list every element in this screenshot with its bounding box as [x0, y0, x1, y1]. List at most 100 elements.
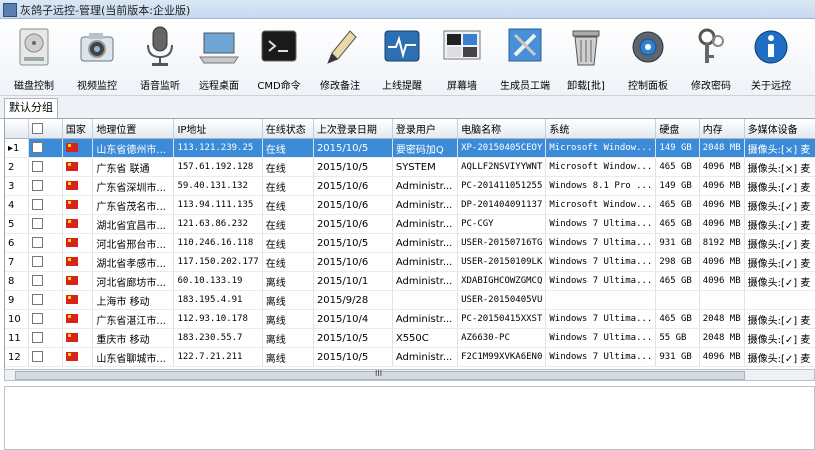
- country-cell: [62, 328, 94, 348]
- generate-client-button[interactable]: 生成员工端: [494, 21, 556, 93]
- location-cell: 广东省深圳市...: [92, 176, 175, 196]
- location-cell: 山东省聊城市...: [92, 347, 175, 367]
- remote-desktop-button[interactable]: 远程桌面: [190, 21, 248, 93]
- column-header[interactable]: 多媒体设备: [744, 119, 815, 139]
- select-all-header[interactable]: [28, 119, 63, 139]
- row-select-cell[interactable]: [28, 347, 63, 367]
- china-flag-icon: [65, 276, 78, 285]
- uninstall-batch-button[interactable]: 卸载[批]: [558, 21, 614, 93]
- os-cell: Windows 7 Ultima...: [545, 271, 657, 291]
- table-row[interactable]: 5 湖北省宜昌市... 121.63.86.232 在线 2015/10/6 A…: [5, 214, 815, 234]
- about-button[interactable]: 关于远控: [742, 21, 800, 93]
- screen-wall-button[interactable]: 屏幕墙: [434, 21, 490, 93]
- disk-cell: 55 GB: [655, 328, 700, 348]
- row-checkbox[interactable]: [32, 161, 44, 173]
- status-cell: 在线: [262, 195, 314, 215]
- row-checkbox[interactable]: [32, 275, 44, 287]
- ip-cell: 113.94.111.135: [173, 195, 263, 215]
- user-cell: Administr...: [392, 347, 459, 367]
- video-monitor-button[interactable]: 视频监控: [66, 21, 128, 93]
- row-checkbox[interactable]: [32, 313, 44, 325]
- edit-note-button[interactable]: 修改备注: [310, 21, 370, 93]
- column-header[interactable]: 地理位置: [92, 119, 175, 139]
- china-flag-icon: [65, 181, 78, 190]
- change-password-button[interactable]: 修改密码: [682, 21, 740, 93]
- host-table: 国家 地理位置 IP地址 在线状态 上次登录日期 登录用户 电脑名称 系统 硬盘…: [4, 118, 815, 372]
- table-row[interactable]: 8 河北省廊坊市... 60.10.133.19 离线 2015/10/1 Ad…: [5, 271, 815, 291]
- china-flag-icon: [65, 352, 78, 361]
- table-row[interactable]: 4 广东省茂名市... 113.94.111.135 在线 2015/10/6 …: [5, 195, 815, 215]
- select-all-checkbox[interactable]: [32, 122, 44, 134]
- cmd-command-button[interactable]: CMD命令: [250, 21, 308, 93]
- row-select-cell[interactable]: [28, 290, 63, 310]
- ip-cell: 112.93.10.178: [173, 309, 263, 329]
- window-title: 灰鸽子远控-管理(当前版本:企业版): [20, 4, 191, 17]
- status-cell: 离线: [262, 309, 314, 329]
- row-checkbox[interactable]: [32, 256, 44, 268]
- column-header[interactable]: 系统: [545, 119, 657, 139]
- table-row[interactable]: 11 重庆市 移动 183.230.55.7 离线 2015/10/5 X550…: [5, 328, 815, 348]
- column-header[interactable]: 上次登录日期: [313, 119, 393, 139]
- row-checkbox[interactable]: [32, 218, 44, 230]
- trash-icon: [572, 30, 600, 66]
- location-cell: 广东省湛江市...: [92, 309, 175, 329]
- row-select-cell[interactable]: [28, 157, 63, 177]
- audio-listen-button[interactable]: 语音监听: [130, 21, 190, 93]
- row-select-cell[interactable]: [28, 328, 63, 348]
- media-cell: 摄像头:[✓] 麦: [744, 347, 815, 367]
- row-checkbox[interactable]: [32, 142, 44, 154]
- horizontal-scrollbar[interactable]: III: [4, 369, 815, 381]
- status-cell: 在线: [262, 233, 314, 253]
- row-checkbox[interactable]: [32, 332, 44, 344]
- table-row[interactable]: 9 上海市 移动 183.195.4.91 离线 2015/9/28 USER-…: [5, 290, 815, 310]
- table-row[interactable]: 10 广东省湛江市... 112.93.10.178 离线 2015/10/4 …: [5, 309, 815, 329]
- row-select-cell[interactable]: [28, 309, 63, 329]
- row-select-cell[interactable]: [28, 252, 63, 272]
- control-panel-button[interactable]: 控制面板: [616, 21, 680, 93]
- column-header[interactable]: 国家: [62, 119, 94, 139]
- row-select-cell[interactable]: [28, 176, 63, 196]
- os-cell: Microsoft Window...: [545, 138, 657, 158]
- table-row[interactable]: 3 广东省深圳市... 59.40.131.132 在线 2015/10/6 A…: [5, 176, 815, 196]
- row-select-cell[interactable]: [28, 233, 63, 253]
- disk-control-button[interactable]: 磁盘控制: [4, 21, 64, 93]
- column-header[interactable]: 内存: [699, 119, 745, 139]
- user-cell: 要密码加Q: [392, 138, 459, 158]
- column-header[interactable]: 电脑名称: [457, 119, 547, 139]
- column-header[interactable]: 硬盘: [655, 119, 700, 139]
- pc-name-cell: XP-20150405CEOY: [457, 138, 547, 158]
- media-cell: 摄像头:[✓] 麦: [744, 252, 815, 272]
- row-checkbox[interactable]: [32, 180, 44, 192]
- table-row[interactable]: 6 河北省邢台市... 110.246.16.118 在线 2015/10/5 …: [5, 233, 815, 253]
- ip-cell: 122.7.21.211: [173, 347, 263, 367]
- column-header[interactable]: 在线状态: [262, 119, 314, 139]
- tab-default-group[interactable]: 默认分组: [4, 98, 58, 118]
- row-checkbox[interactable]: [32, 199, 44, 211]
- table-row[interactable]: 7 湖北省孝感市... 117.150.202.177 在线 2015/10/6…: [5, 252, 815, 272]
- row-checkbox[interactable]: [32, 351, 44, 363]
- row-number: 5: [5, 214, 30, 234]
- pc-name-cell: PC-CGY: [457, 214, 547, 234]
- row-select-cell[interactable]: [28, 195, 63, 215]
- memory-cell: [699, 290, 745, 310]
- table-row[interactable]: ▸1 山东省德州市... 113.121.239.25 在线 2015/10/5…: [5, 138, 815, 158]
- online-alert-button[interactable]: 上线提醒: [372, 21, 432, 93]
- media-cell: 摄像头:[×] 麦: [744, 157, 815, 177]
- laptop-icon: [199, 32, 239, 64]
- row-checkbox[interactable]: [32, 294, 44, 306]
- column-header[interactable]: 登录用户: [392, 119, 459, 139]
- keys-icon: [698, 28, 724, 63]
- row-select-cell[interactable]: [28, 271, 63, 291]
- table-row[interactable]: 12 山东省聊城市... 122.7.21.211 离线 2015/10/5 A…: [5, 347, 815, 367]
- table-row[interactable]: 2 广东省 联通 157.61.192.128 在线 2015/10/5 SYS…: [5, 157, 815, 177]
- row-checkbox[interactable]: [32, 237, 44, 249]
- pc-name-cell: USER-20150109LK: [457, 252, 547, 272]
- row-select-cell[interactable]: [28, 214, 63, 234]
- column-header[interactable]: IP地址: [173, 119, 263, 139]
- row-select-cell[interactable]: [28, 138, 63, 158]
- cmd-command-label: CMD命令: [257, 81, 301, 92]
- user-cell: [392, 290, 459, 310]
- country-cell: [62, 290, 94, 310]
- memory-cell: 4096 MB: [699, 214, 745, 234]
- row-number: 11: [5, 328, 30, 348]
